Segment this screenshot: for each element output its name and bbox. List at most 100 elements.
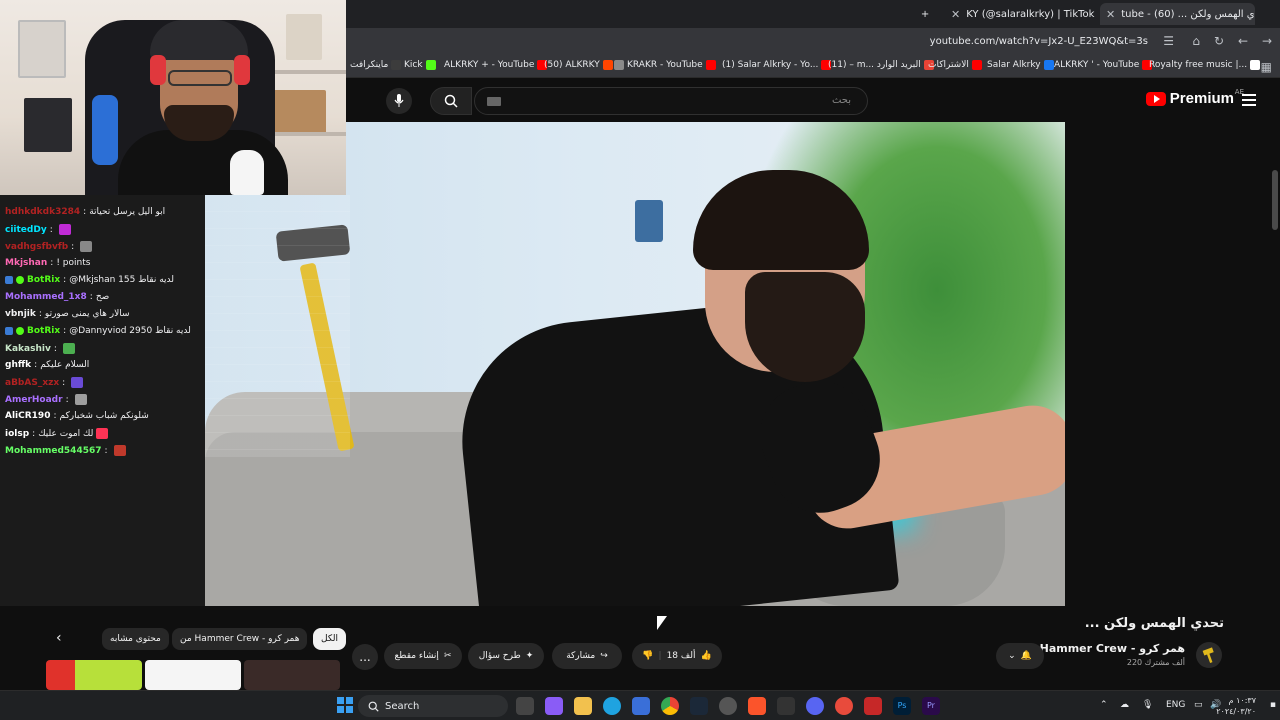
chevron-left-icon[interactable]: ‹	[56, 630, 62, 646]
app-icon[interactable]	[835, 697, 853, 715]
wifi-icon[interactable]: ▭	[1194, 700, 1203, 710]
chat-username[interactable]: AmerHoadr	[5, 395, 63, 405]
chrome-icon[interactable]	[661, 697, 679, 715]
dislike-icon[interactable]: 👎	[642, 651, 653, 661]
hamburger-menu-icon[interactable]	[1242, 94, 1256, 106]
chat-username[interactable]: Mkjshan	[5, 258, 47, 268]
chat-username[interactable]: vadhgsfbvfb	[5, 242, 68, 252]
bookmark-50-alkrky[interactable]: (50) ALKRKY	[544, 60, 613, 70]
chat-username[interactable]: AliCR190	[5, 411, 50, 421]
bookmark-kick[interactable]: Kick	[404, 60, 436, 70]
search-button[interactable]	[430, 87, 472, 115]
channel-avatar[interactable]	[1196, 642, 1222, 668]
bookmark-salar-fb[interactable]: Salar Alkrky	[987, 60, 1054, 70]
windows-start-icon[interactable]	[337, 697, 353, 713]
file-explorer-icon[interactable]	[574, 697, 592, 715]
network-tray-icon[interactable]: ☁	[1120, 700, 1129, 710]
like-icon[interactable]: 👍	[700, 651, 711, 661]
chat-text: صح	[95, 292, 110, 302]
steam-icon[interactable]	[690, 697, 708, 715]
silver-play-button-frame	[18, 20, 66, 78]
youtube-premium-logo[interactable]: Premium AE	[1145, 88, 1244, 107]
related-video-thumbnail[interactable]	[46, 660, 142, 690]
back-icon[interactable]: ←	[1238, 34, 1248, 48]
reload-icon[interactable]: ↻	[1214, 34, 1224, 48]
chat-username[interactable]: Mohammed_1x8	[5, 292, 87, 302]
chat-username[interactable]: BotRix	[27, 275, 60, 285]
chat-username[interactable]: vbnjik	[5, 309, 36, 319]
search-icon	[368, 701, 379, 712]
page-scrollbar[interactable]	[1270, 80, 1280, 690]
chat-text: @Dannyviod 2950 لديه نقاط	[69, 326, 191, 336]
scrollbar-thumb[interactable]	[1272, 170, 1278, 230]
bookmark-alkrky-plus[interactable]: ALKRKY + - YouTube	[444, 60, 548, 70]
clip-button[interactable]: إنشاء مقطع ✂	[384, 643, 462, 669]
ask-question-button[interactable]: طرح سؤال ✦	[468, 643, 544, 669]
tab-youtube[interactable]: ✕ tube - تحدي الهمس ولكن ... (60)	[1100, 3, 1255, 25]
tab-tiktok[interactable]: ✕ KY (@salaralkrky) | TikTok(+99)	[945, 3, 1095, 25]
youtube-logo-icon	[1145, 91, 1166, 106]
search-input[interactable]: بحث	[474, 87, 868, 115]
close-icon[interactable]: ✕	[951, 8, 960, 21]
chat-username[interactable]: hdhkdkdk3284	[5, 207, 80, 217]
premiere-icon[interactable]: Pr	[922, 697, 940, 715]
tune-icon[interactable]: ☰	[1163, 34, 1174, 48]
bookmark-minecraft[interactable]: ماينكرافت	[350, 60, 402, 70]
chat-username[interactable]: Mohammed544567	[5, 446, 102, 456]
bookmark-icon	[614, 60, 624, 70]
forward-icon[interactable]: →	[1262, 34, 1272, 48]
chat-username[interactable]: BotRix	[27, 326, 60, 336]
tab-label: KY (@salaralkrky) | TikTok(+99)	[966, 8, 1095, 20]
chat-overlay-stripes	[205, 195, 350, 457]
notification-icon[interactable]: ▪	[1270, 700, 1276, 710]
taskbar-clock[interactable]: ١٠:٣٧ م ٢٠٢٤/٠٣/٢٠	[1216, 695, 1256, 717]
brave-icon[interactable]	[748, 697, 766, 715]
bookmark-salar-alkrky-yt[interactable]: (1) Salar Alkrky - Yo...	[722, 60, 832, 70]
more-actions-button[interactable]: ...	[352, 644, 378, 670]
related-video-thumbnail[interactable]	[244, 660, 340, 690]
bookmark-alkrky-yt[interactable]: ALKRKY ' - YouTube	[1054, 60, 1153, 70]
app-icon[interactable]	[864, 697, 882, 715]
keyboard-icon[interactable]	[487, 97, 501, 106]
new-tab-button[interactable]: +	[915, 3, 935, 25]
chat-username[interactable]: ghffk	[5, 360, 31, 370]
channel-name[interactable]: Hammer Crew - همر كرو	[1040, 642, 1185, 655]
chat-emote-icon	[58, 224, 71, 235]
language-indicator[interactable]: ENG	[1166, 700, 1185, 710]
chip-all[interactable]: الكل	[313, 628, 347, 650]
microphone-icon[interactable]	[386, 88, 412, 114]
share-button[interactable]: مشاركة ↪	[552, 643, 622, 669]
task-view-icon[interactable]	[516, 697, 534, 715]
kick-icon	[425, 60, 436, 70]
chip-related[interactable]: محتوى مشابه	[102, 628, 169, 650]
settings-icon[interactable]	[719, 697, 737, 715]
chat-username[interactable]: iolsp	[5, 429, 29, 439]
url-field[interactable]: youtube.com/watch?v=Jx2-U_E23WQ&t=3s	[930, 36, 1148, 47]
mic-tray-icon[interactable]: 🎙	[1142, 700, 1153, 710]
sparkle-icon: ✦	[525, 651, 534, 661]
related-video-thumbnail[interactable]	[145, 660, 241, 690]
close-icon[interactable]: ✕	[1106, 8, 1115, 21]
store-icon[interactable]	[632, 697, 650, 715]
capcut-icon[interactable]	[777, 697, 795, 715]
chat-username[interactable]: aBbAS_xzx	[5, 378, 59, 388]
chevron-up-icon[interactable]: ⌃	[1100, 700, 1108, 710]
subscribe-bell-button[interactable]: ⌄ 🔔	[996, 643, 1044, 669]
taskbar-search[interactable]: Search	[358, 695, 508, 717]
bookmark-royalty-music[interactable]: Royalty free music |...	[1149, 60, 1261, 70]
chat-message: Mkjshan:! points	[5, 258, 91, 268]
chat-username[interactable]: Kakashiv	[5, 344, 51, 354]
apps-grid-icon[interactable]: ▦	[1261, 60, 1272, 74]
bookmark-inbox[interactable]: (11) – m... البريد الوارد	[828, 60, 934, 70]
bookmark-subscriptions[interactable]: الاشتراكات	[928, 60, 982, 70]
copilot-icon[interactable]	[545, 697, 563, 715]
chat-emote-icon	[71, 377, 84, 388]
home-icon[interactable]: ⌂	[1192, 34, 1200, 48]
photoshop-icon[interactable]: Ps	[893, 697, 911, 715]
bookmark-krakr[interactable]: KRAKR - YouTube	[614, 60, 716, 70]
edge-icon[interactable]	[603, 697, 621, 715]
chat-username[interactable]: ciitedDy	[5, 225, 47, 235]
discord-icon[interactable]	[806, 697, 824, 715]
chat-message: ciitedDy:	[5, 224, 71, 235]
chip-from-channel[interactable]: من Hammer Crew - همر كرو	[172, 628, 308, 650]
